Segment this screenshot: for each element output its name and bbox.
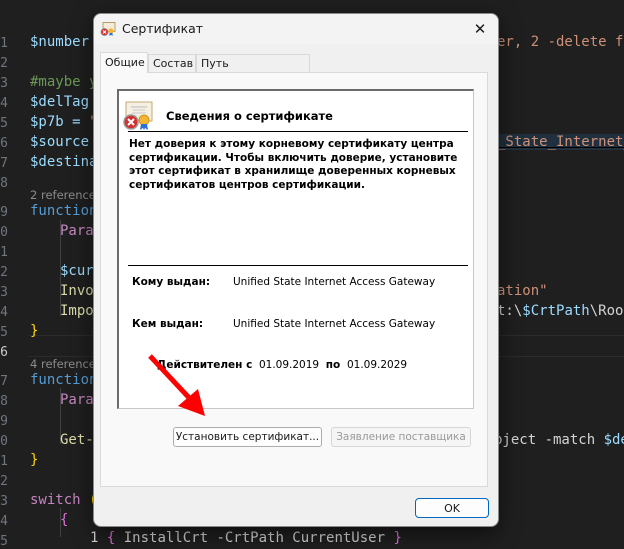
button-label: OK bbox=[444, 501, 460, 515]
line-number: 8 bbox=[0, 394, 8, 409]
tab-details[interactable]: Состав bbox=[148, 54, 196, 72]
issued-by-value: Unified State Internet Access Gateway bbox=[233, 318, 436, 330]
code-string: _State_Internet_Ac bbox=[497, 134, 624, 150]
line-number: 4 bbox=[0, 514, 8, 529]
code-line[interactable]: } bbox=[30, 452, 38, 468]
code-keyword: function bbox=[30, 372, 98, 388]
code-token: \Root bbox=[589, 303, 624, 319]
line-number: 5 bbox=[0, 325, 8, 340]
code-token: er, 2 -delete from bbox=[497, 34, 624, 50]
line-number: 2 bbox=[0, 265, 8, 280]
codelens-references[interactable]: 4 references bbox=[30, 357, 102, 371]
codelens-references[interactable]: 2 references bbox=[30, 188, 102, 202]
code-line-tail[interactable]: bject -match $delT bbox=[494, 432, 624, 448]
line-number: 4 bbox=[0, 96, 8, 111]
code-line-tail[interactable]: er, 2 -delete from bbox=[497, 34, 624, 50]
code-brace: } bbox=[30, 452, 39, 468]
dialog-title: Сертификат bbox=[122, 21, 204, 36]
line-number: 1 bbox=[0, 36, 8, 51]
code-token: $p7b = bbox=[30, 114, 90, 130]
line-number: 5 bbox=[0, 534, 8, 549]
line-number: 9 bbox=[0, 414, 8, 429]
info-title: Сведения о сертификате bbox=[166, 109, 333, 123]
code-brace: { bbox=[60, 512, 69, 528]
issuer-statement-button[interactable]: Заявление поставщика bbox=[331, 427, 471, 447]
tab-label: Общие bbox=[105, 56, 145, 69]
divider bbox=[128, 131, 468, 132]
tab-certification-path[interactable]: Путь сертификации bbox=[196, 54, 310, 88]
valid-from-label: Действителен с bbox=[157, 359, 253, 371]
code-string: ation" bbox=[497, 283, 548, 299]
close-icon: ✕ bbox=[473, 20, 487, 38]
general-tab-panel: Сведения о сертификате Нет доверия к это… bbox=[100, 72, 488, 487]
line-number: 3 bbox=[0, 494, 8, 509]
code-line-tail[interactable]: t:\$CrtPath\Root bbox=[497, 303, 624, 319]
line-number: 3 bbox=[0, 285, 8, 300]
line-number: 5 bbox=[0, 116, 8, 131]
code-token: $delT bbox=[603, 432, 624, 448]
code-line-tail[interactable]: _State_Internet_Ac bbox=[497, 134, 624, 150]
issued-to-label: Кому выдан: bbox=[132, 276, 211, 288]
button-label: Установить сертификат... bbox=[175, 431, 320, 443]
code-keyword: switch bbox=[30, 492, 90, 508]
code-line[interactable]: function bbox=[30, 372, 97, 388]
line-number: 4 bbox=[0, 305, 8, 320]
tab-general[interactable]: Общие bbox=[100, 52, 148, 73]
line-number: 1 bbox=[0, 245, 8, 260]
code-brace: } bbox=[393, 530, 402, 546]
code-line-tail[interactable]: ation" bbox=[497, 283, 548, 299]
code-token: InstallCrt -CrtPath CurrentUser bbox=[115, 530, 394, 546]
line-number: 7 bbox=[0, 374, 8, 389]
line-number: 2 bbox=[0, 474, 8, 489]
divider bbox=[128, 265, 468, 266]
code-token: t:\ bbox=[497, 303, 523, 319]
valid-to-date: 01.09.2029 bbox=[346, 359, 408, 371]
line-number: 0 bbox=[0, 434, 8, 449]
code-token: bject -match bbox=[494, 432, 604, 448]
line-number: 6 bbox=[0, 345, 8, 360]
certificate-dialog: Сертификат ✕ Общие Состав Путь сертифика… bbox=[93, 13, 499, 527]
code-token: 1 bbox=[90, 530, 107, 546]
line-number: 7 bbox=[0, 156, 8, 171]
valid-to-label: по bbox=[325, 359, 341, 371]
close-button[interactable]: ✕ bbox=[462, 14, 498, 44]
line-number: 3 bbox=[0, 76, 8, 91]
code-line[interactable]: { bbox=[60, 512, 68, 528]
code-line[interactable]: switch ( bbox=[30, 492, 97, 508]
certificate-info-box: Сведения о сертификате Нет доверия к это… bbox=[117, 89, 474, 409]
code-line[interactable]: 1 { InstallCrt -CrtPath CurrentUser } bbox=[90, 530, 402, 546]
code-line[interactable]: } bbox=[30, 323, 38, 339]
line-number: 2 bbox=[0, 56, 8, 71]
validity-period: Действителен с 01.09.2019 по 01.09.2029 bbox=[157, 359, 407, 371]
button-label: Заявление поставщика bbox=[336, 431, 466, 443]
trust-warning-text: Нет доверия к этому корневому сертификат… bbox=[129, 138, 458, 191]
line-number: 9 bbox=[0, 205, 8, 220]
code-keyword: function bbox=[30, 203, 98, 219]
line-number: 6 bbox=[0, 136, 8, 151]
line-number: 8 bbox=[0, 176, 8, 191]
certificate-error-icon bbox=[100, 22, 116, 36]
ok-button[interactable]: OK bbox=[415, 498, 489, 518]
install-certificate-button[interactable]: Установить сертификат... bbox=[173, 427, 322, 447]
line-number: 0 bbox=[0, 225, 8, 240]
issued-by-label: Кем выдан: bbox=[132, 318, 204, 330]
line-number: 1 bbox=[0, 454, 8, 469]
dialog-titlebar[interactable]: Сертификат ✕ bbox=[94, 14, 498, 44]
code-token: $CrtPath bbox=[522, 303, 590, 319]
issued-to-value: Unified State Internet Access Gateway bbox=[233, 276, 436, 288]
code-line[interactable]: function bbox=[30, 203, 97, 219]
valid-from-date: 01.09.2019 bbox=[258, 359, 320, 371]
code-brace: } bbox=[30, 323, 39, 339]
tab-label: Состав bbox=[153, 57, 194, 70]
certificate-untrusted-icon bbox=[123, 101, 153, 130]
